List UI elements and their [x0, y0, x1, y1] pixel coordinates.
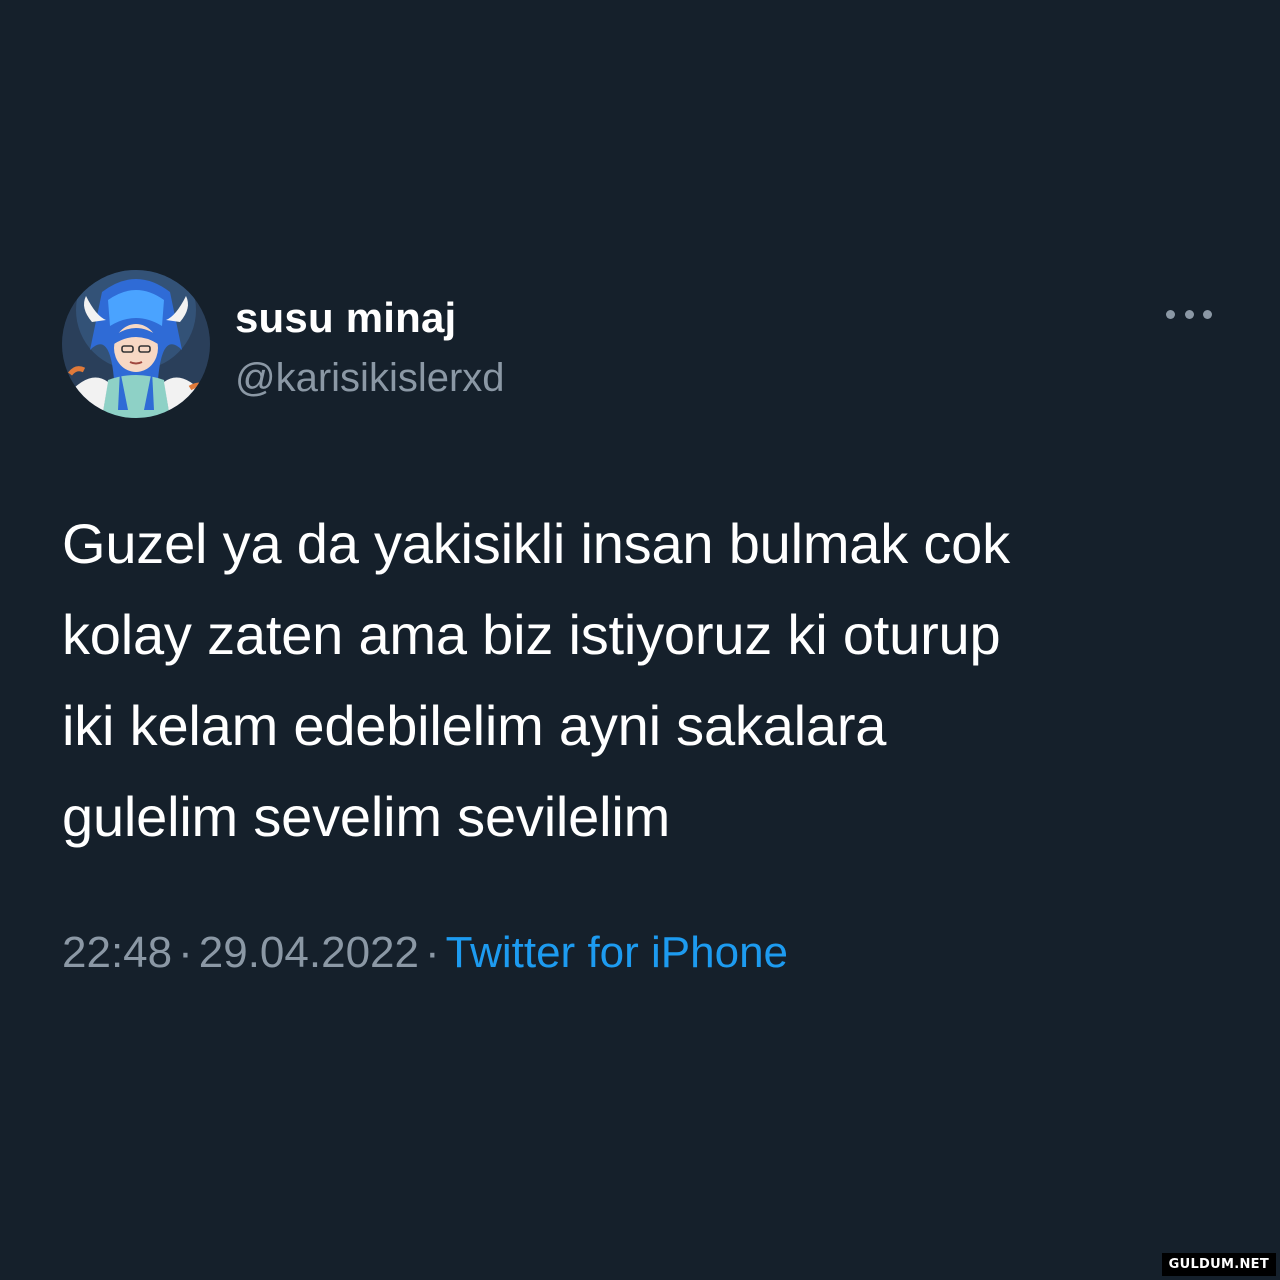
display-name[interactable]: susu minaj: [235, 294, 456, 342]
more-dot: [1203, 309, 1212, 319]
tweet-date[interactable]: 29.04.2022: [199, 928, 419, 977]
tweet-metadata: 22:48 · 29.04.2022 · Twitter for iPhone: [62, 928, 788, 978]
anime-avatar-icon: [62, 270, 210, 418]
user-handle[interactable]: @karisikislerxd: [235, 356, 505, 401]
separator: ·: [424, 928, 440, 977]
tweet-text: Guzel ya da yakisikli insan bulmak cok k…: [62, 512, 1010, 848]
tweet-header: susu minaj @karisikislerxd: [62, 268, 1218, 420]
more-dot: [1166, 309, 1175, 319]
tweet-card: susu minaj @karisikislerxd Guzel ya da y…: [62, 268, 1218, 977]
watermark: GULDUM.NET: [1161, 1253, 1276, 1276]
more-dot: [1184, 309, 1194, 319]
more-options-icon[interactable]: [1166, 306, 1212, 322]
avatar[interactable]: [62, 270, 210, 418]
tweet-source-link[interactable]: Twitter for iPhone: [446, 928, 788, 977]
separator: ·: [178, 928, 193, 977]
tweet-time[interactable]: 22:48: [62, 928, 172, 977]
